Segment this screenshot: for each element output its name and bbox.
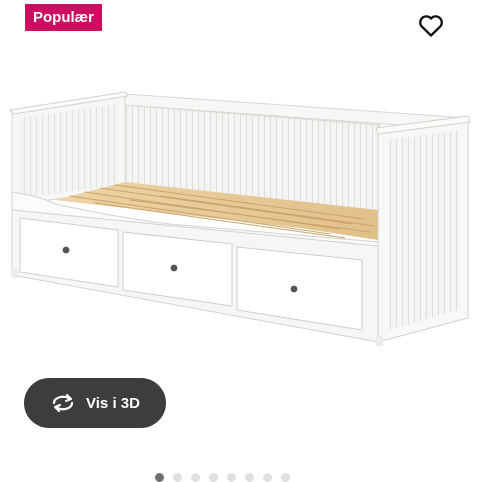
product-image[interactable] [0, 80, 480, 380]
carousel-indicator [155, 473, 290, 482]
carousel-dot[interactable] [155, 473, 164, 482]
carousel-dot[interactable] [227, 473, 236, 482]
view-in-3d-label: Vis i 3D [86, 394, 140, 412]
carousel-dot[interactable] [281, 473, 290, 482]
carousel-dot[interactable] [191, 473, 200, 482]
carousel-dot[interactable] [245, 473, 254, 482]
carousel-dot[interactable] [209, 473, 218, 482]
view-in-3d-button[interactable]: Vis i 3D [24, 378, 166, 428]
daybed-illustration [8, 91, 471, 346]
popular-badge: Populær [25, 4, 102, 31]
favorite-button[interactable] [416, 13, 446, 43]
rotate-3d-icon [50, 393, 76, 413]
carousel-dot[interactable] [173, 473, 182, 482]
carousel-dot[interactable] [263, 473, 272, 482]
heart-outline-icon [418, 14, 444, 43]
